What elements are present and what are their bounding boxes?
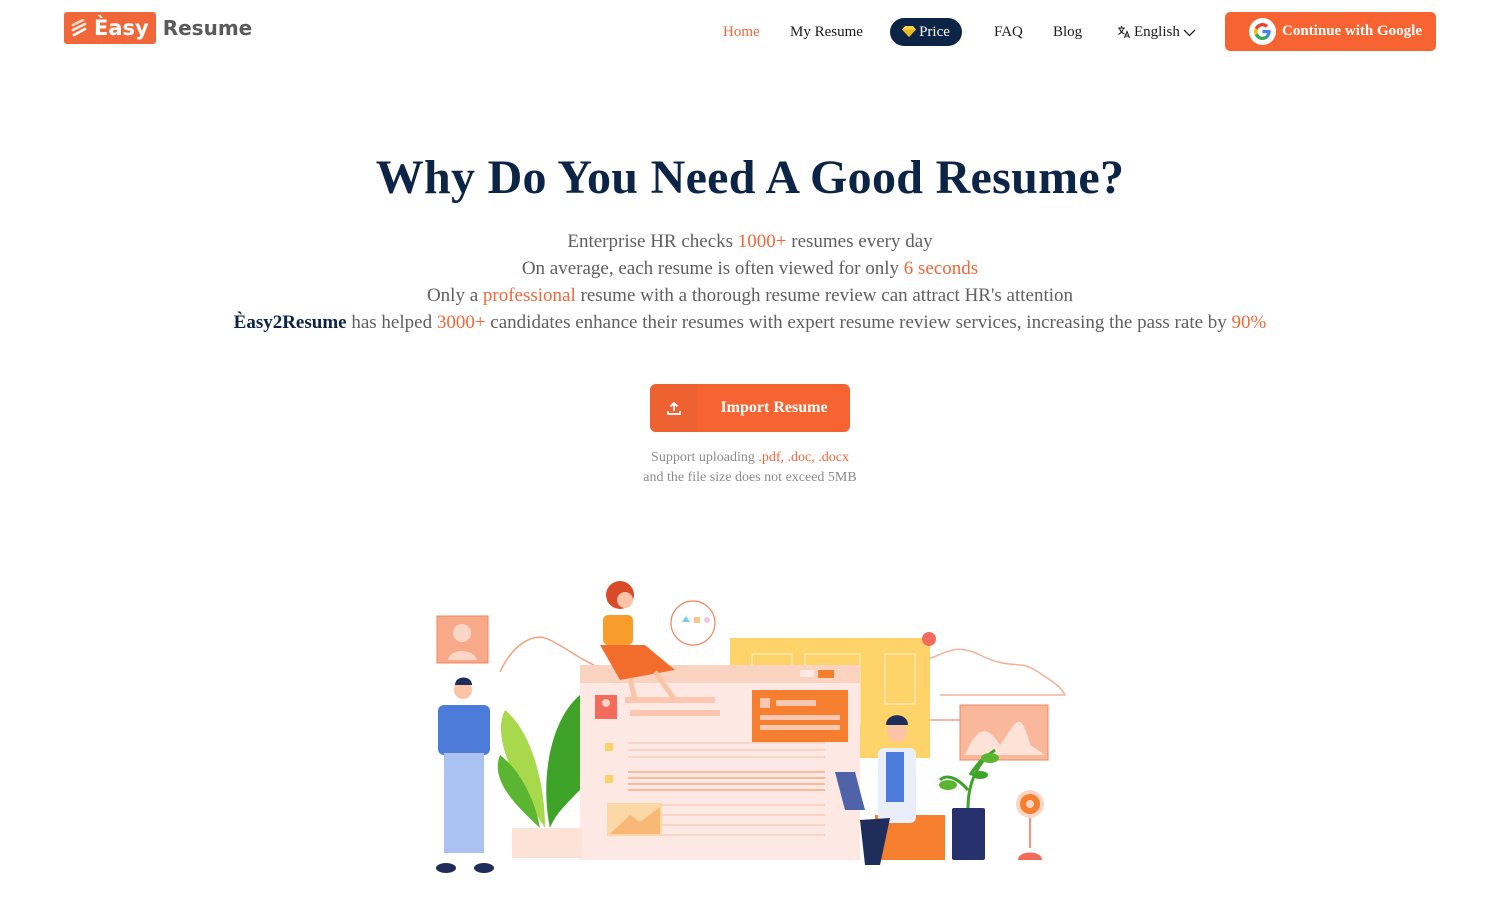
logo[interactable]: Èasy Resume [64,12,252,44]
import-resume-label: Import Resume [720,399,828,416]
supported-formats: .pdf, .doc, .docx [758,450,849,465]
logo-stripes-icon [71,19,87,37]
chevron-down-icon [1183,29,1196,36]
import-resume-button[interactable]: Import Resume [650,384,850,432]
nav-home[interactable]: Home [723,18,760,46]
text: Support uploading [651,450,759,465]
text: resumes every day [786,231,933,252]
red-dot [922,632,936,646]
nav-my-resume[interactable]: My Resume [790,18,863,46]
continue-with-google-button[interactable]: Continue with Google [1225,12,1436,51]
page-title: Why Do You Need A Good Resume? [375,151,1125,204]
nav-price-label: Price [919,24,950,40]
nav-blog[interactable]: Blog [1053,18,1082,46]
nav-price[interactable]: Price [890,18,962,46]
file-size-note: and the file size does not exceed 5MB [643,470,857,485]
highlight: 1000+ [737,231,787,252]
text: On average, each resume is often viewed … [521,258,904,279]
language-selector[interactable]: English [1117,18,1196,46]
google-icon [1249,18,1276,45]
hero-line-2: On average, each resume is often viewed … [0,255,1500,282]
hero-line-1: Enterprise HR checks 1000+ resumes every… [0,228,1500,255]
upload-icon [650,384,698,432]
text: has helped [346,312,437,333]
text: candidates enhance their resumes with ex… [485,312,1232,333]
highlight: 6 seconds [903,258,979,279]
hero-description: Enterprise HR checks 1000+ resumes every… [0,228,1500,336]
logo-text: Resume [162,16,253,40]
highlight: 3000+ [436,312,486,333]
hero-line-4: Èasy2Resume has helped 3000+ candidates … [0,309,1500,336]
highlight: professional [482,285,576,306]
text: resume with a thorough resume review can… [575,285,1074,306]
logo-badge: Èasy [64,12,156,44]
hero-illustration [436,581,1067,873]
nav-faq[interactable]: FAQ [994,18,1023,46]
highlight: 90% [1231,312,1267,333]
hero-line-3: Only a professional resume with a thorou… [0,282,1500,309]
language-label: English [1134,24,1180,40]
translate-icon [1118,26,1131,39]
brand-name: Èasy2Resume [233,312,347,333]
diamond-icon [902,26,917,37]
logo-box-text: Èasy [94,16,149,40]
text: Only a [426,285,483,306]
text: Enterprise HR checks [567,231,738,252]
header: Èasy Resume Home My Resume Price FAQ Blo… [0,0,1500,62]
speech-bubble [670,600,716,646]
support-formats-line: Support uploading .pdf, .doc, .docx [0,448,1500,468]
upload-support-note: Support uploading .pdf, .doc, .docx and … [0,448,1500,488]
cloud-line-right [919,648,1067,696]
google-button-label: Continue with Google [1282,23,1423,39]
